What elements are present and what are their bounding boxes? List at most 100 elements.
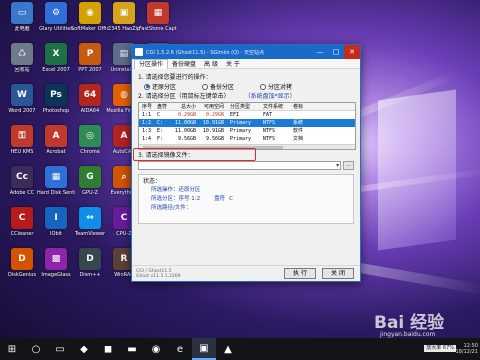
header-free-space[interactable]: 可用空间 — [199, 103, 227, 110]
desktop-icon[interactable]: A Acrobat — [38, 125, 74, 165]
tab-advanced[interactable]: 高 级 — [200, 59, 222, 68]
table-body: 1:1 C 0.29GB 0.29GB EFI FAT 1:2 C: 11.00GB 10.91G… — [139, 111, 355, 143]
tab-about[interactable]: 关 于 — [222, 59, 244, 68]
table-cell: 1:4 — [142, 136, 152, 142]
status-path: 所选路径/文件： — [151, 205, 192, 211]
table-cell: 文档 — [293, 136, 304, 142]
taskbar-app-icon[interactable]: ▲ — [216, 338, 240, 360]
desktop-icon-label: Adobe CC — [9, 190, 35, 196]
edge-icon[interactable]: e — [168, 338, 192, 360]
radio-restore[interactable]: 还原分区 — [144, 82, 176, 91]
task-view-icon[interactable]: ▭ — [48, 338, 72, 360]
close-window-button[interactable]: ✕ — [344, 45, 360, 59]
desktop-icon[interactable]: P PPT 2007 — [72, 43, 108, 83]
ccleaner-icon: C — [11, 207, 33, 229]
desktop-icon[interactable]: G GPU-Z — [72, 166, 108, 206]
header-drive[interactable]: 盘符 — [157, 103, 173, 110]
desktop-icon[interactable]: Ps Photoshop — [38, 84, 74, 124]
radio-dot — [144, 83, 150, 90]
partition-section: 2. 请选择分区（用鼠标左键单击） （系统盘加*显示） 序号 盘符 总大小 可用空… — [138, 93, 356, 150]
desktop-icon[interactable]: D Dism++ — [72, 248, 108, 288]
tab-partition-ops[interactable]: 分区操作 — [134, 58, 169, 69]
photoshop-icon: Ps — [45, 84, 67, 106]
search-icon[interactable]: ○ — [24, 338, 48, 360]
table-cell: 9.56GB — [177, 136, 196, 142]
desktop-icon[interactable]: Cc Adobe CC — [4, 166, 40, 206]
windows-start-icon[interactable]: ⊞ — [0, 338, 24, 360]
desktop-icon-label: GPU-Z — [82, 190, 98, 196]
radio-backup[interactable]: 备份分区 — [202, 82, 234, 91]
desktop-icon[interactable]: I IObit — [38, 207, 74, 247]
header-total-size[interactable]: 总大小 — [173, 103, 199, 110]
header-partition-type[interactable]: 分区类型 — [227, 103, 259, 110]
radio-copy[interactable]: 分区对拷 — [260, 82, 292, 91]
table-cell: C — [157, 112, 161, 118]
desktop-icon[interactable]: ◎ Chrome — [72, 125, 108, 165]
table-cell: 11.00GB — [174, 120, 196, 126]
operation-section: 1. 请选择您要进行的操作： 还原分区 备份分区 分区对拷 — [138, 74, 354, 91]
folder-icon[interactable]: ▬ — [120, 338, 144, 360]
taskbar-app-icon[interactable]: ◼ — [96, 338, 120, 360]
cgi-taskbar-icon[interactable]: ▣ — [192, 338, 216, 360]
header-index[interactable]: 序号 — [139, 103, 157, 110]
desktop-icon[interactable]: ⚿ HEU KMS — [4, 125, 40, 165]
table-row[interactable]: 1:3 E: 11.00GB 10.91GB Primary NTFS 软件 — [139, 127, 355, 135]
chrome-icon: ◎ — [79, 125, 101, 147]
word-icon: W — [11, 84, 33, 106]
minimize-button[interactable]: — — [312, 45, 328, 59]
gpu-icon: G — [79, 166, 101, 188]
tab-backup-disk[interactable]: 备份硬盘 — [168, 59, 200, 68]
header-file-system[interactable]: 文件系统 — [259, 103, 293, 110]
browse-button[interactable]: ... — [343, 161, 354, 170]
desktop-icon[interactable]: X Excel 2007 — [38, 43, 74, 83]
desktop-icon[interactable]: ▭ 此电脑 — [4, 2, 40, 42]
desktop-icon-label: CCleaner — [10, 231, 34, 237]
execute-button[interactable]: 执 行 — [284, 268, 316, 279]
table-row[interactable]: 1:2 C: 11.00GB 10.91GB Primary NTFS 系统 — [139, 119, 355, 127]
title-bar[interactable]: CGI 1.5.2.6 (Ghost11.5) - SGImini (Q) - … — [132, 45, 360, 59]
table-cell: F: — [157, 136, 164, 142]
desktop-icon[interactable]: ◉ SoftMaker Office — [71, 2, 109, 42]
desktop-icon[interactable]: ▦ FastStone Capture — [139, 2, 177, 42]
table-cell: 软件 — [293, 128, 304, 134]
image-file-select[interactable]: ▾ — [138, 161, 342, 170]
desktop-icon[interactable]: ♺ 回收站 — [4, 43, 40, 83]
taskbar-app-icon[interactable]: ◆ — [72, 338, 96, 360]
taskbar: ⊞ ○ ▭ ◆ ◼ ▬ ◉ e ▣ ▲ ▤ ◁ 12:5018/12/21 — [0, 338, 480, 360]
desktop-icon[interactable]: D DiskGenius — [4, 248, 40, 288]
desktop-icon-label: HEU KMS — [10, 149, 34, 155]
operation-section-title: 1. 请选择您要进行的操作： — [138, 74, 212, 81]
desktop-icon[interactable]: ▣ 2345 HaoZip — [106, 2, 142, 42]
header-label[interactable]: 卷标 — [293, 103, 323, 110]
clock-date: 18/12/21 — [455, 349, 478, 355]
desktop-icon[interactable]: C CCleaner — [4, 207, 40, 247]
desktop-icon[interactable]: ▦ Hard Disk Sentinel — [37, 166, 75, 206]
table-row[interactable]: 1:1 C 0.29GB 0.29GB EFI FAT — [139, 111, 355, 119]
partition-section-title: 2. 请选择分区（用鼠标左键单击） （系统盘加*显示） — [138, 93, 354, 101]
status-drive-label: 盘符 — [214, 196, 226, 202]
chevron-down-icon[interactable]: ▾ — [336, 162, 339, 169]
clock[interactable]: 12:50 18/12/21 — [456, 343, 478, 355]
box-icon: ▣ — [113, 2, 135, 24]
table-cell: Primary — [230, 136, 252, 142]
partition-table: 序号 盘符 总大小 可用空间 分区类型 文件系统 卷标 1:1 C 0.29GB 0.… — [138, 102, 356, 150]
table-cell: 1:1 — [142, 112, 152, 118]
taskbar-app-icon[interactable]: ◉ — [144, 338, 168, 360]
desktop-icon[interactable]: 64 AIDA64 — [72, 84, 108, 124]
diskgenius-icon: D — [11, 248, 33, 270]
desktop-icon[interactable]: ⚙ Glary Utilities — [38, 2, 74, 42]
desktop-icon[interactable]: ↔ TeamViewer — [72, 207, 108, 247]
maximize-button[interactable]: □ — [328, 45, 344, 59]
table-cell: 系统 — [293, 120, 304, 126]
partition-title-text: 2. 请选择分区（用鼠标左键单击） — [138, 93, 230, 100]
desktop-icon[interactable]: ▩ ImageGlass — [38, 248, 74, 288]
desktop-icon-label: FastStone Capture — [139, 26, 177, 32]
close-button[interactable]: 关 闭 — [322, 268, 354, 279]
desktop-icon[interactable]: W Word 2007 — [4, 84, 40, 124]
desktop-icon-label: Chrome — [80, 149, 100, 155]
radio-dot — [202, 83, 209, 90]
watermark-logo: Bai 经验 — [374, 313, 445, 333]
table-row[interactable]: 1:4 F: 9.56GB 9.56GB Primary NTFS 文档 — [139, 135, 355, 143]
desktop-icon-label: TeamViewer — [74, 231, 106, 237]
table-cell: 1:2 — [142, 120, 152, 126]
